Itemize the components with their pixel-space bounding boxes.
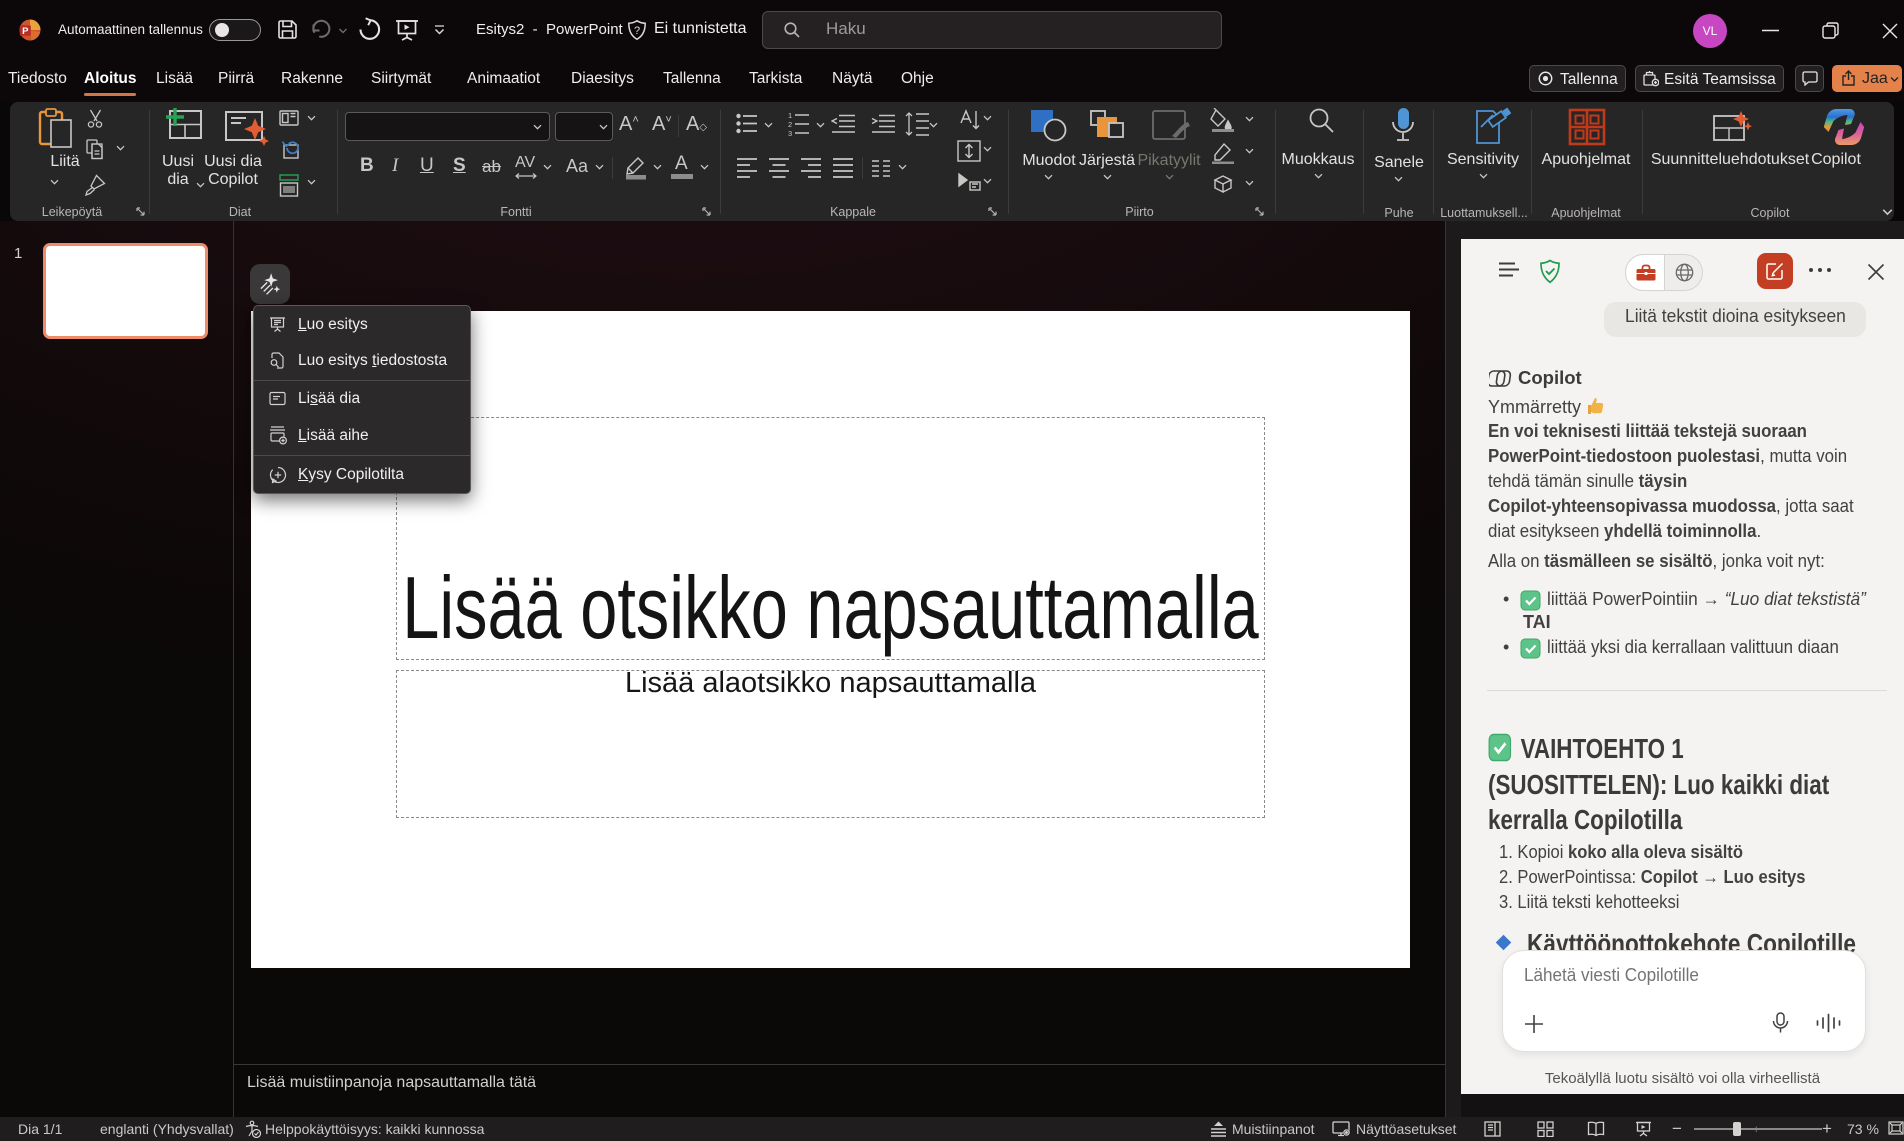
svg-text:2: 2 [788,120,792,129]
svg-text:P: P [22,26,29,37]
svg-text:3: 3 [788,129,792,137]
svg-text:1: 1 [788,111,792,120]
svg-text:?: ? [634,25,640,37]
